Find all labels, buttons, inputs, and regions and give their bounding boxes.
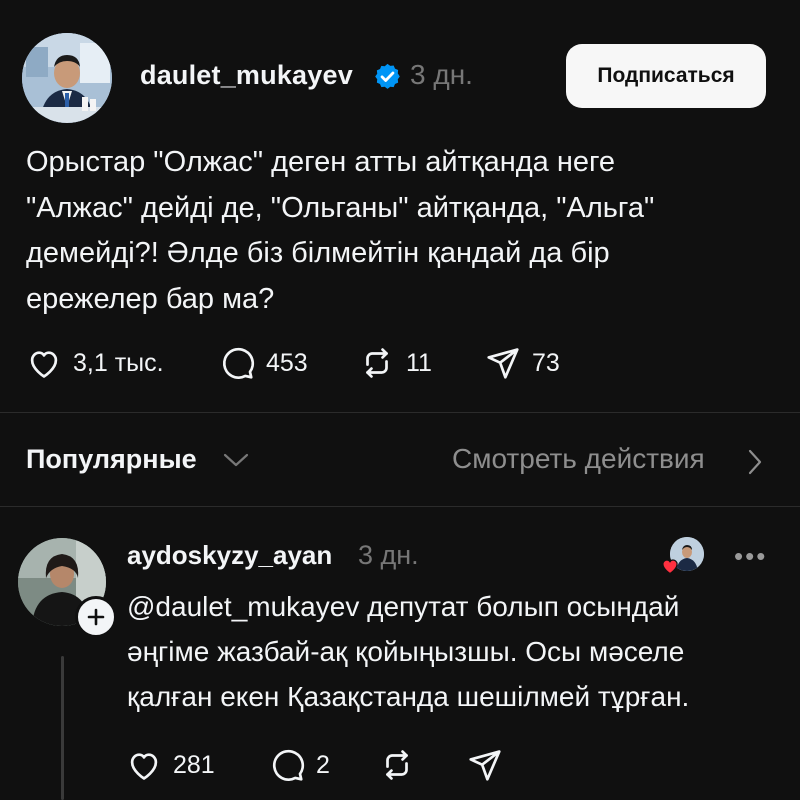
share-count: 73 xyxy=(532,348,560,377)
like-count: 3,1 тыс. xyxy=(73,348,164,377)
follow-button[interactable]: Подписаться xyxy=(566,44,766,108)
view-activity-link[interactable]: Смотреть действия xyxy=(452,443,705,475)
reply-username[interactable]: aydoskyzy_ayan xyxy=(127,540,332,571)
thread-line xyxy=(61,656,64,800)
verified-badge-icon xyxy=(373,62,402,91)
reply-like-count: 281 xyxy=(173,750,215,779)
repost-icon xyxy=(378,746,416,784)
sort-dropdown[interactable]: Популярные xyxy=(26,444,197,475)
reply-share-button[interactable] xyxy=(466,746,504,784)
author-username[interactable]: daulet_mukayev xyxy=(140,60,353,91)
divider xyxy=(0,506,800,507)
comment-icon xyxy=(218,344,256,382)
chevron-down-icon[interactable] xyxy=(222,450,250,470)
post-time: 3 дн. xyxy=(410,59,473,90)
send-icon xyxy=(484,344,522,382)
follow-plus-button[interactable] xyxy=(75,596,117,638)
repost-count: 11 xyxy=(406,348,432,377)
post-text: Орыстар "Олжас" деген атты айтқанда неге… xyxy=(26,146,655,315)
comment-count: 453 xyxy=(266,348,308,377)
reply-time: 3 дн. xyxy=(358,540,419,570)
heart-icon xyxy=(125,746,163,784)
reply-text: @daulet_mukayev депутат болып осындай әң… xyxy=(127,591,690,712)
reply-comment-count: 2 xyxy=(316,750,330,779)
heart-icon xyxy=(25,344,63,382)
comment-icon xyxy=(268,746,306,784)
share-button[interactable]: 73 xyxy=(484,344,560,382)
reply-like-button[interactable]: 281 xyxy=(125,746,215,784)
reply-repost-button[interactable] xyxy=(378,746,416,784)
author-avatar[interactable] xyxy=(22,33,112,123)
send-icon xyxy=(466,746,504,784)
like-button[interactable]: 3,1 тыс. xyxy=(25,344,164,382)
divider xyxy=(0,412,800,413)
chevron-right-icon[interactable] xyxy=(746,448,764,476)
more-options-button[interactable]: ••• xyxy=(734,541,767,572)
comment-button[interactable]: 453 xyxy=(218,344,308,382)
repost-icon xyxy=(358,344,396,382)
heart-badge-icon xyxy=(660,556,680,576)
reply-comment-button[interactable]: 2 xyxy=(268,746,330,784)
plus-icon xyxy=(87,608,105,626)
repost-button[interactable]: 11 xyxy=(358,344,432,382)
